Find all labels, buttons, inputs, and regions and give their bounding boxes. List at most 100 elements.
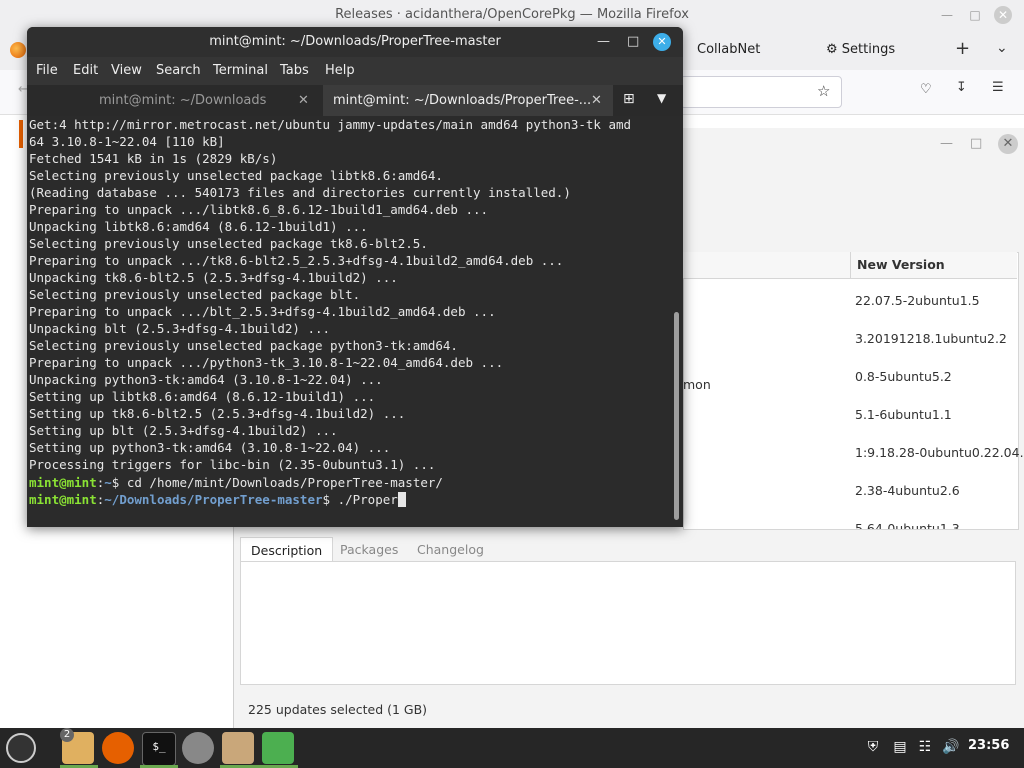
close-icon[interactable]: ✕ <box>994 6 1012 24</box>
url-bar[interactable]: ☆ <box>680 76 842 108</box>
terminal-tab-label: mint@mint: ~/Downloads/ProperTree-... <box>333 93 592 108</box>
terminal-line: Get:4 http://mirror.metrocast.net/ubuntu… <box>29 117 632 132</box>
prompt-line-1: mint@mint:~$ cd /home/mint/Downloads/Pro… <box>29 474 443 491</box>
network-icon[interactable]: ☷ <box>916 738 934 756</box>
new-tab-icon[interactable]: ⊞ <box>623 91 635 107</box>
maximize-icon[interactable]: □ <box>627 27 639 57</box>
terminal-window: mint@mint: ~/Downloads/ProperTree-master… <box>27 27 683 527</box>
tab-packages[interactable]: Packages <box>330 537 408 563</box>
update-manager-icon[interactable] <box>262 732 294 764</box>
tab-settings[interactable]: ⚙ Settings <box>826 36 895 64</box>
terminal-line: Setting up blt (2.5.3+dfsg-4.1build2) ..… <box>29 423 338 438</box>
list-item-version: 2.38-4ubuntu2.6 <box>855 483 960 498</box>
prompt-command: $ ./Proper <box>322 492 398 507</box>
maximize-icon[interactable]: □ <box>970 136 982 151</box>
terminal-line: Selecting previously unselected package … <box>29 287 361 302</box>
prompt-path: ~ <box>104 475 112 490</box>
tab-collabnet[interactable]: CollabNet <box>697 36 760 64</box>
description-panel <box>240 561 1016 685</box>
terminal-line: Setting up libtk8.6:amd64 (8.6.12-1build… <box>29 389 376 404</box>
menu-help[interactable]: Help <box>325 57 355 85</box>
terminal-title: mint@mint: ~/Downloads/ProperTree-master <box>209 34 501 49</box>
prompt-command: $ cd /home/mint/Downloads/ProperTree-mas… <box>111 475 443 490</box>
package-icon[interactable] <box>222 732 254 764</box>
column-header-new-version[interactable]: New Version <box>850 252 1016 278</box>
status-text: 225 updates selected (1 GB) <box>248 702 428 717</box>
menu-tabs[interactable]: Tabs <box>280 57 309 85</box>
text-cursor <box>397 492 406 507</box>
terminal-line: Processing triggers for libc-bin (2.35-0… <box>29 457 436 472</box>
clock[interactable]: 23:56 <box>968 738 1009 753</box>
pocket-icon[interactable]: ♡ <box>920 82 932 97</box>
star-icon[interactable]: ☆ <box>817 82 830 100</box>
menu-terminal[interactable]: Terminal <box>213 57 268 85</box>
prompt-user: mint@mint <box>29 492 97 507</box>
list-item-version: 22.07.5-2ubuntu1.5 <box>855 293 980 308</box>
terminal-tabbar: mint@mint: ~/Downloads ✕ mint@mint: ~/Do… <box>27 85 683 116</box>
menu-icon[interactable]: ☰ <box>992 80 1004 95</box>
terminal-tab-1[interactable]: mint@mint: ~/Downloads ✕ <box>27 85 323 116</box>
list-item-version: 0.8-5ubuntu5.2 <box>855 369 952 384</box>
clipboard-icon[interactable]: ▤ <box>891 738 909 756</box>
mint-menu-icon[interactable] <box>6 733 36 763</box>
terminal-line: Unpacking python3-tk:amd64 (3.10.8-1~22.… <box>29 372 383 387</box>
disk-icon[interactable] <box>182 732 214 764</box>
list-item-version: 5.1-6ubuntu1.1 <box>855 407 952 422</box>
terminal-line: Preparing to unpack .../tk8.6-blt2.5_2.5… <box>29 253 564 268</box>
close-icon[interactable]: ✕ <box>998 134 1018 154</box>
minimize-icon[interactable]: — <box>938 6 956 24</box>
badge-count: 2 <box>60 728 74 742</box>
firefox-titlebar: Releases · acidanthera/OpenCorePkg — Moz… <box>0 0 1024 30</box>
minimize-icon[interactable]: — <box>940 136 953 151</box>
tab-settings-label: Settings <box>841 42 896 57</box>
close-icon[interactable]: ✕ <box>591 85 602 116</box>
terminal-scrollbar[interactable] <box>674 312 679 520</box>
menu-edit[interactable]: Edit <box>73 57 98 85</box>
terminal-line: Preparing to unpack .../python3-tk_3.10.… <box>29 355 504 370</box>
terminal-line: (Reading database ... 540173 files and d… <box>29 185 571 200</box>
menu-view[interactable]: View <box>111 57 142 85</box>
tab-changelog[interactable]: Changelog <box>407 537 494 563</box>
prompt-user: mint@mint <box>29 475 97 490</box>
terminal-line: Preparing to unpack .../libtk8.6_8.6.12-… <box>29 202 489 217</box>
minimize-icon[interactable]: — <box>597 27 610 57</box>
terminal-line: Unpacking libtk8.6:amd64 (8.6.12-1build1… <box>29 219 368 234</box>
maximize-icon[interactable]: □ <box>966 6 984 24</box>
firefox-icon[interactable] <box>10 42 26 58</box>
list-item-version: 5.64-0ubuntu1.3 <box>855 521 960 529</box>
list-item-version: 3.20191218.1ubuntu2.2 <box>855 331 1007 346</box>
chevron-down-icon[interactable]: ⌄ <box>996 40 1008 56</box>
terminal-line: Fetched 1541 kB in 1s (2829 kB/s) <box>29 151 278 166</box>
terminal-line: Setting up python3-tk:amd64 (3.10.8-1~22… <box>29 440 391 455</box>
close-icon[interactable]: ✕ <box>653 33 671 51</box>
terminal-tab-label: mint@mint: ~/Downloads <box>99 93 267 108</box>
close-icon[interactable]: ✕ <box>298 85 309 116</box>
list-item-version: 1:9.18.28-0ubuntu0.22.04. <box>855 445 1024 460</box>
tab-description[interactable]: Description <box>240 537 334 564</box>
terminal-icon[interactable]: $_ <box>142 732 176 766</box>
terminal-tab-2[interactable]: mint@mint: ~/Downloads/ProperTree-... ✕ <box>323 85 613 116</box>
plus-icon[interactable]: + <box>955 38 970 59</box>
firefox-icon[interactable] <box>102 732 134 764</box>
prompt-path: ~/Downloads/ProperTree-master <box>104 492 323 507</box>
terminal-titlebar: mint@mint: ~/Downloads/ProperTree-master… <box>27 27 683 57</box>
terminal-line: Unpacking blt (2.5.3+dfsg-4.1build2) ... <box>29 321 331 336</box>
menu-search[interactable]: Search <box>156 57 201 85</box>
volume-icon[interactable]: 🔊 <box>942 738 960 756</box>
chevron-down-icon[interactable]: ▼ <box>657 91 666 105</box>
menu-file[interactable]: File <box>36 57 58 85</box>
terminal-line: Selecting previously unselected package … <box>29 338 458 353</box>
settings-gear-icon: ⚙ <box>826 42 838 57</box>
terminal-line: 64 3.10.8-1~22.04 [110 kB] <box>29 134 225 149</box>
shield-icon[interactable]: ⛨ <box>864 738 882 756</box>
prompt-line-2: mint@mint:~/Downloads/ProperTree-master$… <box>29 491 406 508</box>
firefox-title: Releases · acidanthera/OpenCorePkg — Moz… <box>335 7 689 22</box>
sidebar-accent <box>19 120 23 148</box>
terminal-line: Selecting previously unselected package … <box>29 168 443 183</box>
terminal-line: Selecting previously unselected package … <box>29 236 428 251</box>
terminal-output[interactable]: Get:4 http://mirror.metrocast.net/ubuntu… <box>27 116 675 527</box>
terminal-menubar: File Edit View Search Terminal Tabs Help <box>27 57 683 85</box>
download-icon[interactable]: ↧ <box>956 80 967 95</box>
details-tabs: Description Packages Changelog <box>240 537 1016 564</box>
list-item-name: mon <box>683 377 711 392</box>
